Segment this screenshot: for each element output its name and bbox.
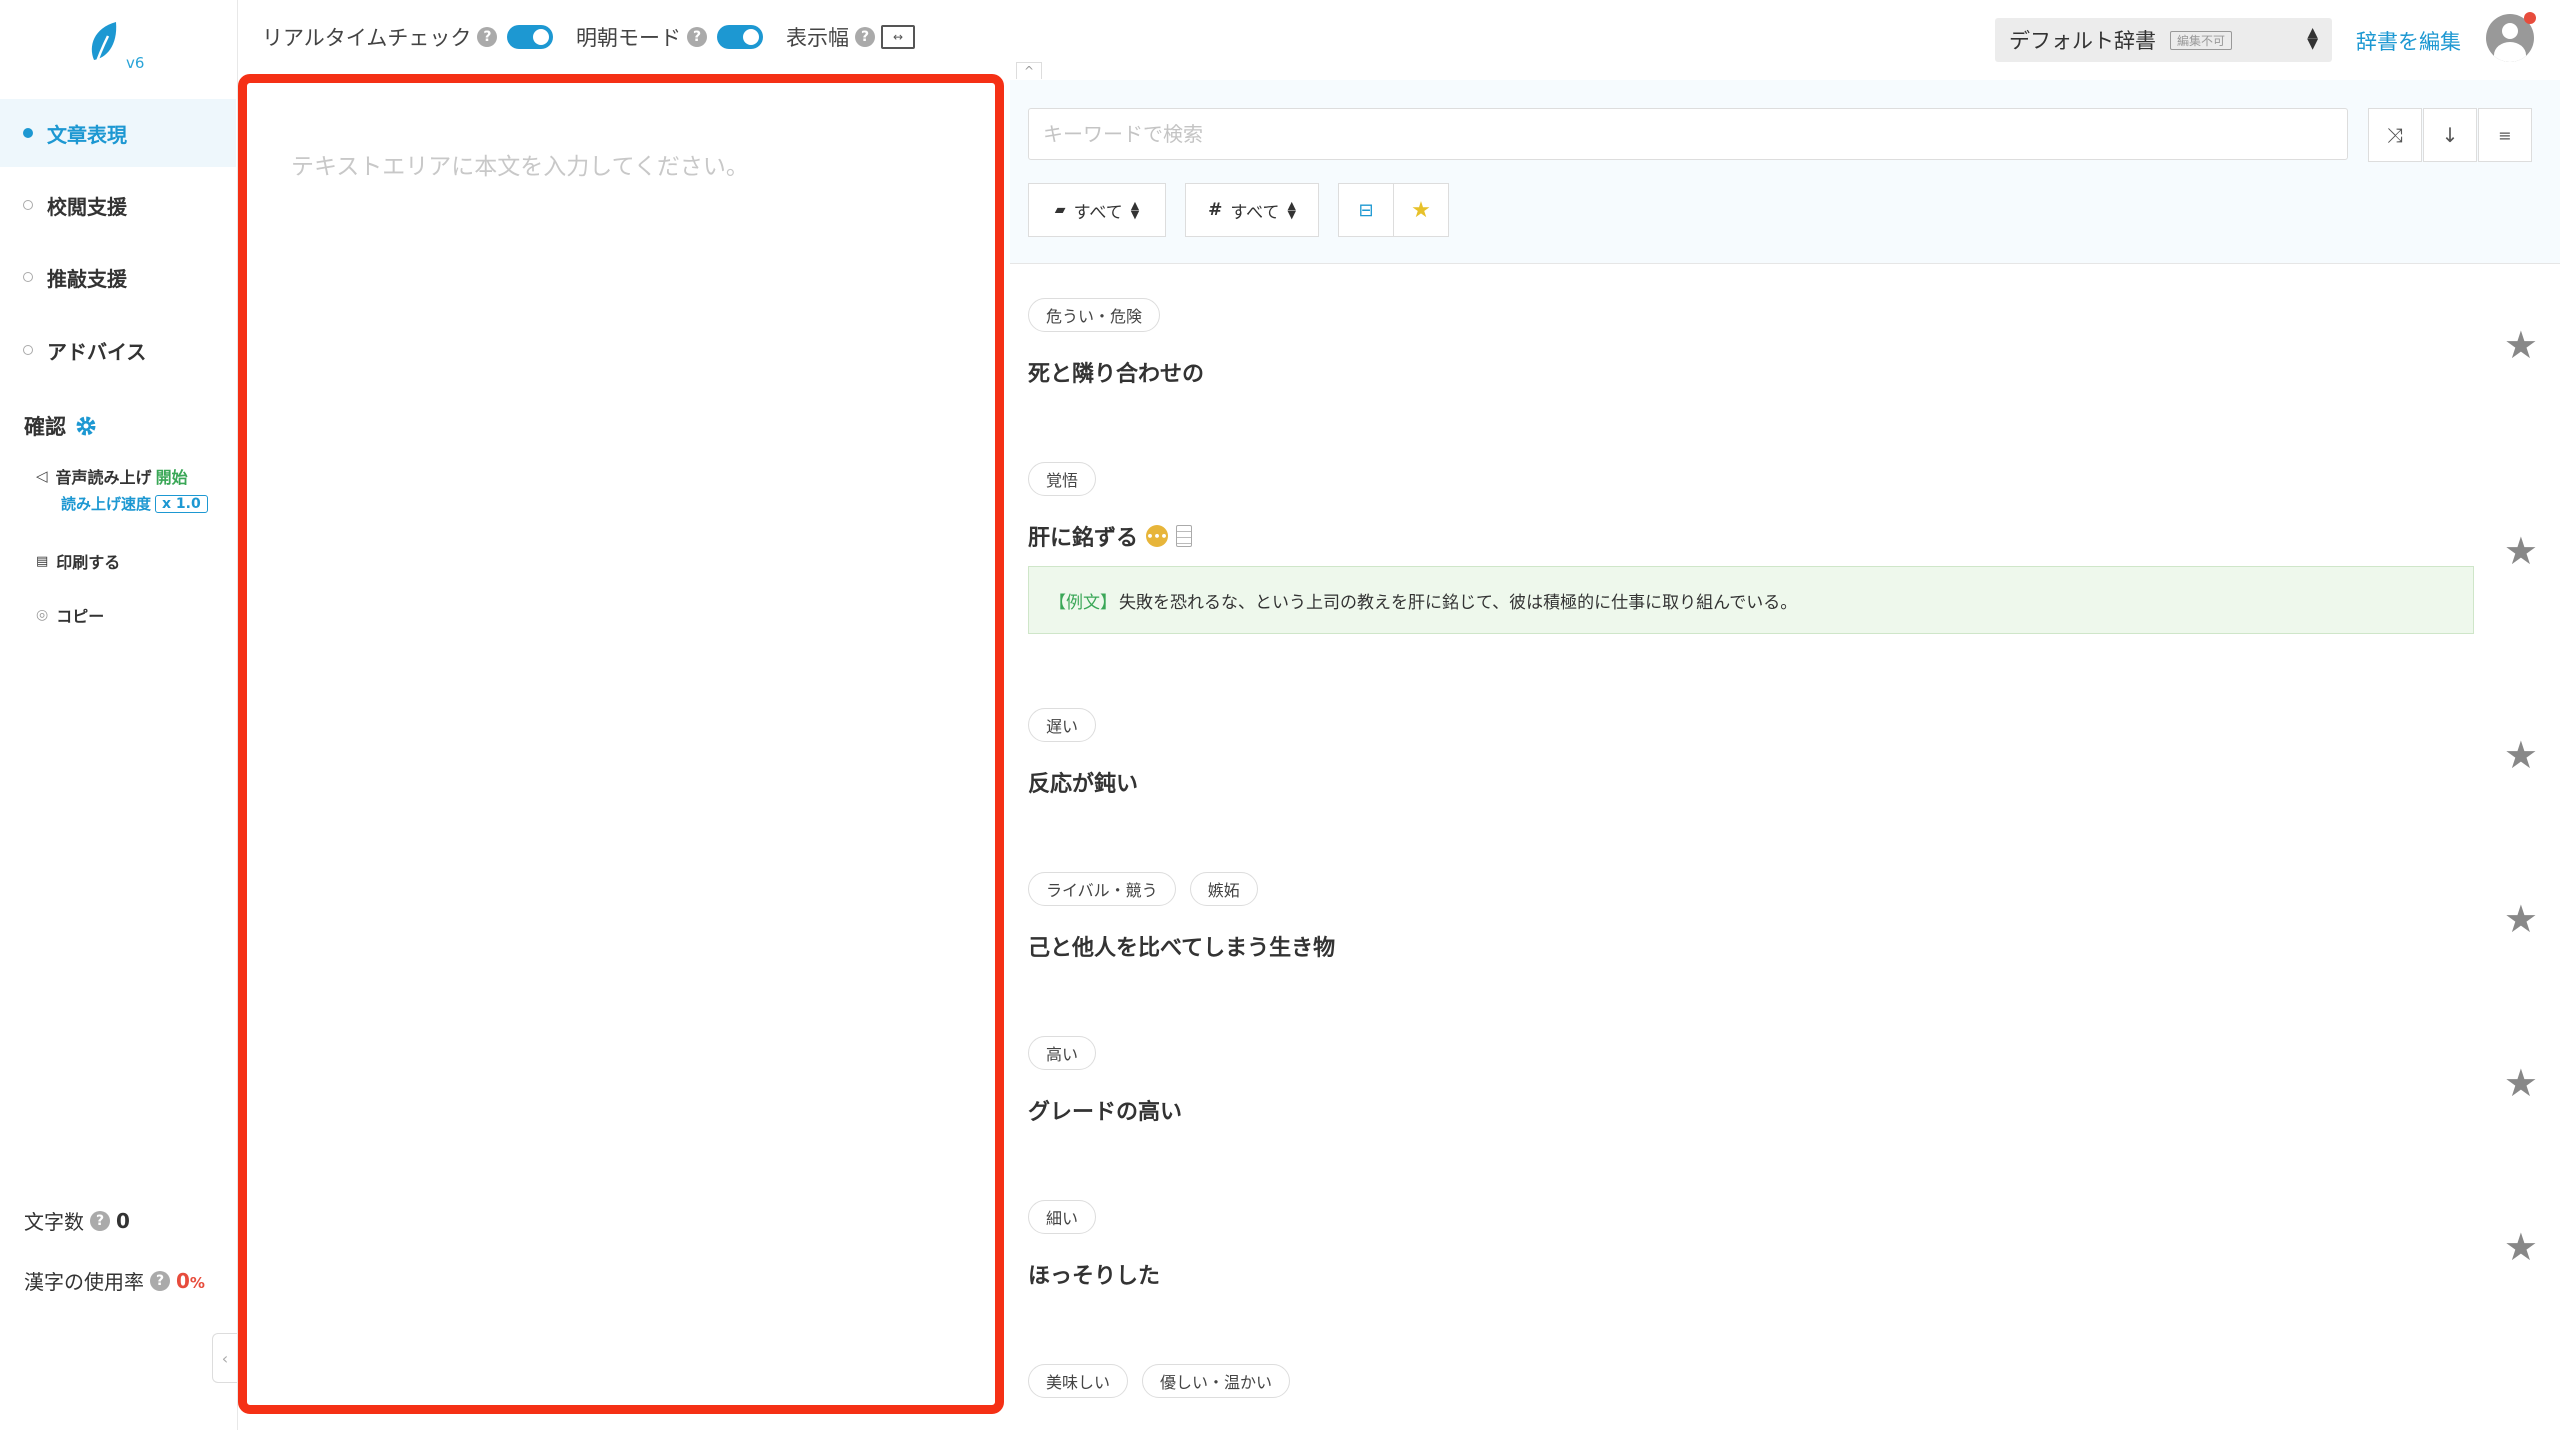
entry-text[interactable]: 肝に銘ずる ••• <box>1028 520 1193 552</box>
briefcase-icon: ⊟ <box>1358 199 1374 221</box>
nav-item-proofreading[interactable]: 校閲支援 <box>0 171 236 239</box>
edit-dictionary-link[interactable]: 辞書を編集 <box>2356 26 2461 56</box>
help-icon[interactable]: ? <box>687 27 707 47</box>
list-item[interactable]: 覚悟 肝に銘ずる ••• 【例文】 失敗を恐れるな、という上司の教えを肝に銘じて… <box>1010 428 2560 675</box>
text-editor-frame <box>238 74 1004 1414</box>
category-filter[interactable]: ▰ すべて ▲ ▼ <box>1028 183 1166 237</box>
star-icon[interactable]: ★ <box>2504 736 2538 774</box>
tag-chip[interactable]: 優しい・温かい <box>1142 1364 1291 1398</box>
speaker-icon: ◁ <box>36 467 48 485</box>
gear-icon[interactable] <box>74 414 98 438</box>
tag-chip[interactable]: ライバル・競う <box>1028 872 1176 906</box>
star-icon[interactable]: ★ <box>2504 1228 2538 1266</box>
text-editor[interactable] <box>247 83 995 1405</box>
list-item[interactable]: 美味しい 優しい・温かい <box>1010 1330 2560 1430</box>
copy-button[interactable]: ◎ コピー <box>36 603 104 627</box>
list-item[interactable]: 細い ほっそりした ★ <box>1010 1166 2560 1331</box>
comment-icon[interactable]: ••• <box>1146 525 1169 547</box>
note-icon[interactable] <box>1176 525 1193 547</box>
list-item[interactable]: ライバル・競う 嫉妬 己と他人を比べてしまう生き物 ★ <box>1010 838 2560 1003</box>
folder-icon: ▰ <box>1054 202 1066 218</box>
read-only-badge: 編集不可 <box>2170 30 2233 50</box>
example-sentence: 【例文】 失敗を恐れるな、という上司の教えを肝に銘じて、彼は積極的に仕事に取り組… <box>1028 566 2474 634</box>
char-count: 文字数 ? 0 <box>24 1208 130 1235</box>
nav-item-expression[interactable]: 文章表現 <box>0 99 236 167</box>
help-icon[interactable]: ? <box>477 27 498 47</box>
width-adjust-icon[interactable]: ↔ <box>881 25 915 49</box>
nav-item-revision[interactable]: 推敲支援 <box>0 243 236 311</box>
print-button[interactable]: ▤ 印刷する <box>36 549 120 573</box>
search-input[interactable] <box>1028 108 2348 160</box>
confirm-section-title: 確認 <box>24 411 98 441</box>
sidebar: v6 文章表現 校閲支援 推敲支援 アドバイス 確認 ◁ 音声読み上げ 開始 読… <box>0 0 238 1430</box>
tag-chip[interactable]: 危うい・危険 <box>1028 298 1161 332</box>
help-icon[interactable]: ? <box>150 1270 170 1291</box>
realtime-check-toggle[interactable] <box>507 25 554 49</box>
sort-lines-icon: ≡ <box>2498 125 2512 145</box>
nav-item-advice[interactable]: アドバイス <box>0 316 236 384</box>
copy-icon: ◎ <box>36 607 49 623</box>
favorites-filter-button[interactable]: ★ <box>1393 183 1449 237</box>
tag-chip[interactable]: 細い <box>1028 1200 1097 1234</box>
nav-item-label: 校閲支援 <box>47 194 127 219</box>
printer-icon: ▤ <box>36 553 49 569</box>
entry-text[interactable]: グレードの高い <box>1028 1094 1182 1126</box>
nav-item-label: 推敲支援 <box>47 266 127 291</box>
shuffle-icon: ⤨ <box>2387 123 2403 147</box>
list-item[interactable]: 危うい・危険 死と隣り合わせの ★ <box>1010 264 2560 429</box>
entry-text[interactable]: 己と他人を比べてしまう生き物 <box>1028 930 1335 962</box>
radio-dot-icon <box>23 345 33 355</box>
leaf-logo-icon[interactable] <box>86 20 126 72</box>
tag-chip[interactable]: 遅い <box>1028 708 1097 742</box>
star-icon[interactable]: ★ <box>2504 326 2538 364</box>
star-icon[interactable]: ★ <box>2504 532 2538 570</box>
mincho-mode-toggle[interactable] <box>717 25 763 49</box>
star-icon: ★ <box>1411 197 1431 223</box>
nav-item-label: 文章表現 <box>47 122 127 147</box>
chevron-up-icon[interactable]: ^ <box>1016 62 1042 79</box>
nav-item-label: アドバイス <box>47 339 147 364</box>
select-arrows-icon: ▲ ▼ <box>1130 199 1140 221</box>
tag-chip[interactable]: 覚悟 <box>1028 462 1097 496</box>
tts-row: ◁ 音声読み上げ 開始 <box>36 464 188 488</box>
star-icon[interactable]: ★ <box>2504 1064 2538 1102</box>
tag-chip[interactable]: 美味しい <box>1028 1364 1129 1398</box>
select-arrows-icon: ▲ ▼ <box>1287 199 1296 221</box>
radio-dot-icon <box>23 272 33 282</box>
select-arrows-icon: ▲ ▼ <box>2307 25 2318 52</box>
realtime-check-control: リアルタイムチェック ? <box>262 22 554 52</box>
hashtag-icon: # <box>1208 200 1223 220</box>
radio-dot-icon <box>23 200 33 210</box>
entry-text[interactable]: ほっそりした <box>1028 1258 1160 1290</box>
briefcase-filter-button[interactable]: ⊟ <box>1338 183 1394 237</box>
chevron-left-icon: ‹ <box>221 1348 229 1368</box>
sort-options-button[interactable]: ≡ <box>2478 108 2532 162</box>
entry-text[interactable]: 死と隣り合わせの <box>1028 356 1204 388</box>
dictionary-select[interactable]: デフォルト辞書 編集不可 ▲ ▼ <box>1995 18 2332 62</box>
speed-row: 読み上げ速度 x 1.0 <box>61 493 208 514</box>
version-label: v6 <box>126 54 145 72</box>
list-item[interactable]: 高い グレードの高い ★ <box>1010 1002 2560 1167</box>
list-item[interactable]: 遅い 反応が鈍い ★ <box>1010 674 2560 839</box>
kanji-rate: 漢字の使用率 ? 0% <box>24 1268 205 1295</box>
notification-dot <box>2524 12 2536 24</box>
star-icon[interactable]: ★ <box>2504 900 2538 938</box>
speed-selector[interactable]: x 1.0 <box>155 494 208 513</box>
help-icon[interactable]: ? <box>90 1210 110 1231</box>
mincho-mode-control: 明朝モード ? <box>576 22 763 52</box>
entry-text[interactable]: 反応が鈍い <box>1028 766 1138 798</box>
tag-filter[interactable]: # すべて ▲ ▼ <box>1185 183 1319 237</box>
shuffle-button[interactable]: ⤨ <box>2368 108 2422 162</box>
help-icon[interactable]: ? <box>855 27 875 47</box>
tts-start-link[interactable]: 開始 <box>156 464 188 488</box>
tag-chip[interactable]: 高い <box>1028 1036 1097 1070</box>
arrow-down-icon: ↓ <box>2441 123 2459 147</box>
sidebar-collapse-button[interactable]: ‹ <box>212 1333 237 1383</box>
display-width-control: 表示幅 ? ↔ <box>786 22 915 52</box>
radio-dot-icon <box>23 128 33 138</box>
tag-chip[interactable]: 嫉妬 <box>1189 872 1258 906</box>
sort-direction-button[interactable]: ↓ <box>2423 108 2477 162</box>
